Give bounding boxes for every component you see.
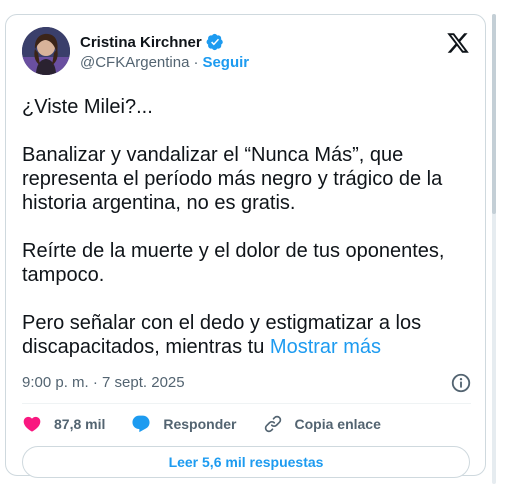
tweet-meta-row: 9:00 p. m. · 7 sept. 2025 <box>22 372 472 394</box>
tweet-paragraph-last: Pero señalar con el dedo y estigmatizar … <box>22 311 472 359</box>
author-handle[interactable]: @CFKArgentina <box>80 54 189 71</box>
heart-icon <box>23 416 41 432</box>
tweet-card[interactable]: Cristina Kirchner @CFKArgentina · Seguir… <box>5 14 486 478</box>
read-replies-label: Leer 5,6 mil respuestas <box>168 454 324 470</box>
copy-link-label: Copia enlace <box>294 416 381 432</box>
timestamp[interactable]: 9:00 p. m. · 7 sept. 2025 <box>22 374 185 391</box>
verified-badge-icon <box>206 33 223 51</box>
divider <box>22 403 471 404</box>
info-icon[interactable] <box>450 372 472 394</box>
avatar[interactable] <box>22 27 70 75</box>
reply-button[interactable]: Responder <box>131 414 237 434</box>
tweet-paragraph: ¿Viste Milei?... <box>22 96 153 118</box>
like-button[interactable]: 87,8 mil <box>22 414 105 434</box>
read-replies-button[interactable]: Leer 5,6 mil respuestas <box>22 446 470 478</box>
tweet-header: Cristina Kirchner @CFKArgentina · Seguir <box>22 27 470 75</box>
separator-dot: · <box>193 54 199 71</box>
x-logo-icon[interactable] <box>446 31 470 55</box>
tweet-text: ¿Viste Milei?... Banalizar y vandalizar … <box>22 95 472 359</box>
tweet-paragraph: Reírte de la muerte y el dolor de tus op… <box>22 240 445 286</box>
page: Cristina Kirchner @CFKArgentina · Seguir… <box>0 0 515 500</box>
copy-link-button[interactable]: Copia enlace <box>263 414 381 434</box>
reply-bubble-icon <box>132 415 150 433</box>
author-handle-row: @CFKArgentina · Seguir <box>80 54 249 71</box>
link-icon <box>264 415 281 433</box>
follow-button[interactable]: Seguir <box>202 54 249 71</box>
reply-label: Responder <box>163 416 237 432</box>
show-more-link[interactable]: Mostrar más <box>270 336 381 358</box>
like-count: 87,8 mil <box>54 416 106 432</box>
scrollbar-thumb[interactable] <box>492 14 496 214</box>
tweet-paragraph: Banalizar y vandalizar el “Nunca Más”, q… <box>22 144 443 214</box>
author-name[interactable]: Cristina Kirchner <box>80 34 202 51</box>
author-name-row: Cristina Kirchner <box>80 33 224 51</box>
action-bar: 87,8 mil Responder Copia enlace <box>22 413 407 435</box>
avatar-image <box>22 27 70 75</box>
